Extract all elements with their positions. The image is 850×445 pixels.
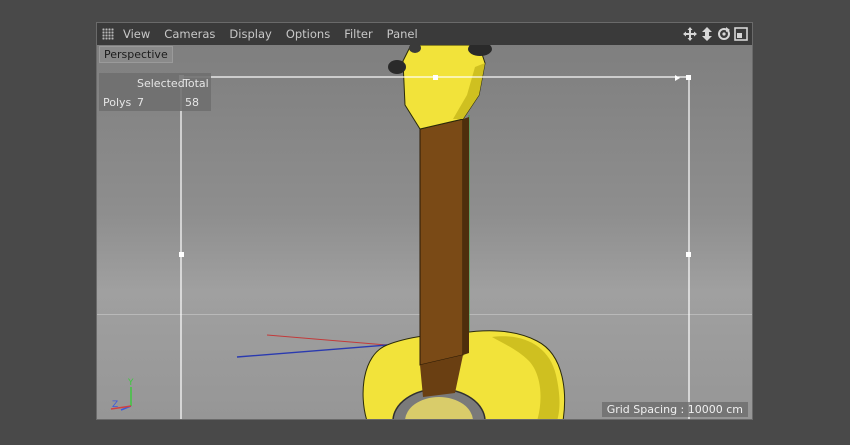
- menu-cameras[interactable]: Cameras: [157, 27, 222, 41]
- rotate-view-icon[interactable]: [717, 25, 731, 43]
- menu-display[interactable]: Display: [222, 27, 278, 41]
- axis-gizmo: Y Z: [110, 378, 134, 411]
- menu-panel[interactable]: Panel: [380, 27, 425, 41]
- y-axis-label: Y: [127, 378, 134, 388]
- hud-header-total: Total: [183, 77, 209, 90]
- camera-label[interactable]: Perspective: [99, 46, 173, 63]
- tuning-peg: [388, 60, 406, 74]
- 3d-viewport[interactable]: Y Z Perspective Selected Total Polys 7 5…: [97, 45, 752, 419]
- maximize-view-icon[interactable]: [734, 25, 748, 43]
- z-axis-line: [236, 344, 388, 358]
- hud-total-value: 58: [185, 96, 199, 109]
- menu-options[interactable]: Options: [279, 27, 337, 41]
- dolly-view-icon[interactable]: [700, 25, 714, 43]
- move-view-icon[interactable]: [683, 25, 697, 43]
- grid-spacing-readout: Grid Spacing : 10000 cm: [601, 402, 748, 417]
- x-axis-line: [266, 334, 388, 346]
- viewport-window: View Cameras Display Options Filter Pane…: [96, 22, 753, 420]
- guitar-headstock[interactable]: [388, 45, 492, 130]
- panel-grip-icon[interactable]: [97, 23, 119, 45]
- hud-row-label: Polys: [103, 96, 132, 109]
- menu-filter[interactable]: Filter: [337, 27, 379, 41]
- hud-header-selected: Selected: [137, 77, 185, 90]
- menu-view[interactable]: View: [119, 27, 157, 41]
- viewport-menubar: View Cameras Display Options Filter Pane…: [97, 23, 752, 45]
- guitar-neck[interactable]: [419, 117, 469, 397]
- viewport-nav-icons: [683, 25, 748, 43]
- hud-selected-value: 7: [137, 96, 144, 109]
- polygon-count-hud: Selected Total Polys 7 58: [99, 73, 211, 111]
- z-axis-label: Z: [112, 400, 118, 410]
